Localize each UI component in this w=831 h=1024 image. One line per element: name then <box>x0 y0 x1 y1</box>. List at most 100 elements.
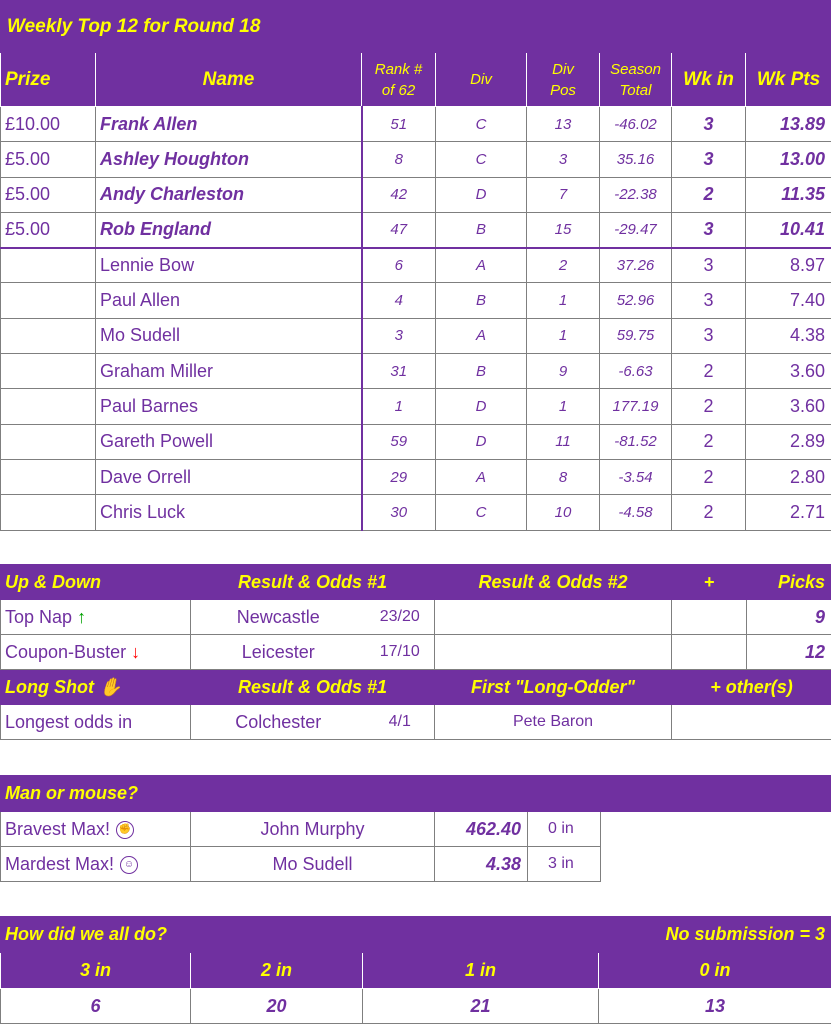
divpos-cell: 11 <box>526 423 600 460</box>
div-cell: D <box>435 423 527 460</box>
plus-header: + <box>671 564 748 600</box>
prize-cell: £5.00 <box>0 211 96 249</box>
rank-cell: 30 <box>361 494 436 531</box>
div-cell: C <box>435 141 527 178</box>
mm-header-blank-2 <box>433 775 831 812</box>
table-row: Paul Allen 4 B 1 52.96 3 7.40 <box>0 282 831 319</box>
name-cell: Chris Luck <box>95 494 363 531</box>
season-cell: -6.63 <box>599 353 672 390</box>
wkpts-cell: 7.40 <box>744 282 831 319</box>
wkin-cell: 3 <box>671 282 746 319</box>
bravest-label: Bravest Max! ✊ <box>0 811 191 847</box>
prize-header: Prize <box>0 52 96 107</box>
prize-cell: £10.00 <box>0 105 96 143</box>
arrow-down-icon: ↓ <box>131 641 141 662</box>
rank-cell: 3 <box>361 317 436 355</box>
wkin-cell: 2 <box>671 423 746 460</box>
mm-empty <box>599 811 831 882</box>
summary-col-2in: 2 in <box>190 952 363 989</box>
longest-odds-label: Longest odds in <box>0 704 191 740</box>
wkin-cell: 2 <box>671 458 746 496</box>
season-cell: -3.54 <box>599 458 672 496</box>
name-cell: Graham Miller <box>95 353 363 390</box>
prize-cell <box>0 282 96 319</box>
no-submission: No submission = 3 <box>361 916 831 953</box>
season-cell: -22.38 <box>599 176 672 213</box>
arrow-up-icon: ↑ <box>77 606 87 627</box>
season-cell: 59.75 <box>599 317 672 355</box>
div-cell: B <box>435 282 527 319</box>
season-cell: -81.52 <box>599 423 672 460</box>
top-nap-picks: 9 <box>746 599 831 635</box>
prize-cell <box>0 423 96 460</box>
baby-face-icon: ☺ <box>120 855 139 874</box>
season-header: Season Total <box>599 52 672 107</box>
prize-cell <box>0 353 96 390</box>
fist-icon: ✊ <box>116 820 135 839</box>
mardest-name: Mo Sudell <box>190 846 435 882</box>
season-cell: -4.58 <box>599 494 672 531</box>
longest-odds-value: 4/1 <box>365 704 436 740</box>
first-long-odder-name: Pete Baron <box>434 704 673 740</box>
rank-cell: 42 <box>361 176 436 213</box>
wkpts-cell: 2.71 <box>744 494 831 531</box>
weekly-top-table: Weekly Top 12 for Round 18 Prize Name Ra… <box>0 0 831 531</box>
divpos-header: Div Pos <box>526 52 600 107</box>
picks-header: Picks <box>746 564 831 600</box>
div-cell: B <box>435 353 527 390</box>
divpos-cell: 10 <box>526 494 600 531</box>
wkin-cell: 3 <box>671 247 746 284</box>
summary-col-1in: 1 in <box>362 952 599 989</box>
name-cell: Dave Orrell <box>95 458 363 496</box>
wkin-cell: 3 <box>671 105 746 143</box>
season-cell: -29.47 <box>599 211 672 249</box>
wkpts-cell: 3.60 <box>744 353 831 390</box>
season-cell: 35.16 <box>599 141 672 178</box>
summary-val-1in: 21 <box>362 988 599 1024</box>
rank-cell: 4 <box>361 282 436 319</box>
top-nap-team: Newcastle <box>190 599 366 635</box>
summary-header: How did we all do? <box>0 916 363 953</box>
coupon-buster-res2 <box>434 634 673 670</box>
table-row: Lennie Bow 6 A 2 37.26 3 8.97 <box>0 247 831 284</box>
divpos-cell: 1 <box>526 317 600 355</box>
name-cell: Ashley Houghton <box>95 141 363 178</box>
wkpts-cell: 11.35 <box>744 176 831 213</box>
summary-val-0in: 13 <box>597 988 831 1024</box>
div-cell: D <box>435 388 527 425</box>
season-cell: 37.26 <box>599 247 672 284</box>
name-cell: Frank Allen <box>95 105 363 143</box>
div-cell: C <box>435 494 527 531</box>
man-or-mouse-header: Man or mouse? <box>0 775 191 812</box>
table-row: Graham Miller 31 B 9 -6.63 2 3.60 <box>0 353 831 390</box>
divpos-cell: 7 <box>526 176 600 213</box>
table-row: Gareth Powell 59 D 11 -81.52 2 2.89 <box>0 423 831 460</box>
coupon-buster-odds: 17/10 <box>365 634 436 670</box>
prize-cell: £5.00 <box>0 141 96 178</box>
summary-table: How did we all do? No submission = 3 3 i… <box>0 916 831 1024</box>
prize-cell: £5.00 <box>0 176 96 213</box>
table-row: Mo Sudell 3 A 1 59.75 3 4.38 <box>0 317 831 355</box>
bravest-in: 0 in <box>527 811 601 847</box>
bravest-name: John Murphy <box>190 811 435 847</box>
div-cell: A <box>435 317 527 355</box>
div-cell: C <box>435 105 527 143</box>
other-cell <box>671 704 831 740</box>
rank-cell: 47 <box>361 211 436 249</box>
name-cell: Rob England <box>95 211 363 249</box>
rank-cell: 6 <box>361 247 436 284</box>
top-nap-plus <box>671 599 748 635</box>
divpos-cell: 1 <box>526 388 600 425</box>
top-nap-res2 <box>434 599 673 635</box>
wkin-header: Wk in <box>671 52 746 107</box>
wkin-cell: 3 <box>671 211 746 249</box>
wkpts-cell: 3.60 <box>744 388 831 425</box>
divpos-cell: 9 <box>526 353 600 390</box>
prize-cell <box>0 388 96 425</box>
wkin-cell: 2 <box>671 494 746 531</box>
season-cell: 52.96 <box>599 282 672 319</box>
long-shot-result-header: Result & Odds #1 <box>189 669 436 705</box>
wkpts-cell: 13.89 <box>744 105 831 143</box>
wkpts-cell: 13.00 <box>744 141 831 178</box>
bravest-pts: 462.40 <box>434 811 528 847</box>
